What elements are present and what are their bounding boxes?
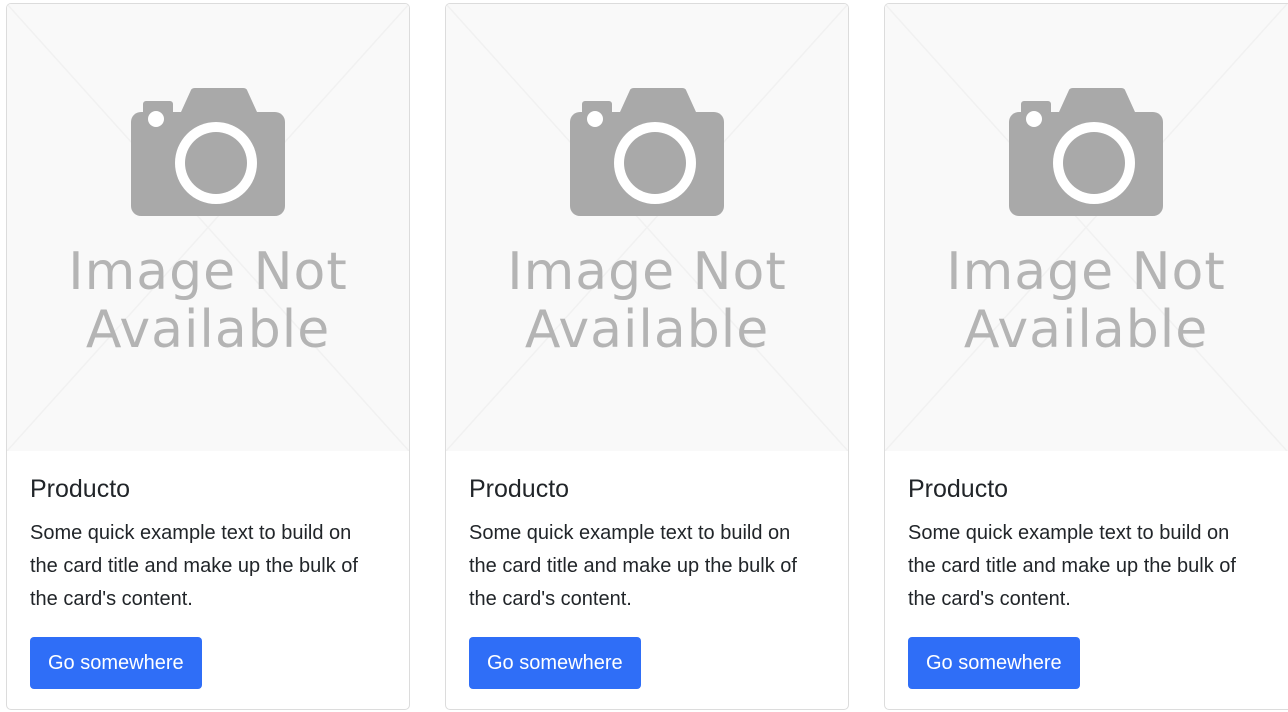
camera-icon <box>131 88 285 216</box>
camera-icon <box>570 88 724 216</box>
card-title: Producto <box>908 475 1009 503</box>
card-text: Some quick example text to build on the … <box>30 522 358 610</box>
card-row: Image Not Available Producto Some quick … <box>0 0 1288 712</box>
card-text: Some quick example text to build on the … <box>469 522 797 610</box>
image-unavailable-text: Available <box>524 300 770 360</box>
card-body: Producto Some quick example text to buil… <box>908 474 1280 616</box>
image-unavailable-text: Available <box>85 300 331 360</box>
card-body: Producto Some quick example text to buil… <box>469 474 825 616</box>
card-body: Producto Some quick example text to buil… <box>30 474 386 616</box>
go-somewhere-button[interactable]: Go somewhere <box>908 637 1080 689</box>
placeholder-cross-lines <box>446 4 848 451</box>
image-placeholder: Image Not Available <box>446 4 848 451</box>
card-title: Producto <box>469 475 570 503</box>
go-somewhere-button[interactable]: Go somewhere <box>30 637 202 689</box>
image-placeholder: Image Not Available <box>885 4 1288 451</box>
product-card: Image Not Available Producto Some quick … <box>445 3 849 710</box>
image-placeholder: Image Not Available <box>7 4 409 451</box>
product-card: Image Not Available Producto Some quick … <box>884 3 1288 710</box>
card-title: Producto <box>30 475 131 503</box>
camera-icon <box>1009 88 1163 216</box>
product-card: Image Not Available Producto Some quick … <box>6 3 410 710</box>
card-text: Some quick example text to build on the … <box>908 522 1236 610</box>
image-unavailable-text: Image Not <box>68 242 348 302</box>
placeholder-cross-lines <box>7 4 409 451</box>
image-unavailable-text: Image Not <box>946 242 1226 302</box>
go-somewhere-button[interactable]: Go somewhere <box>469 637 641 689</box>
placeholder-cross-lines <box>885 4 1288 451</box>
image-unavailable-text: Available <box>963 300 1209 360</box>
image-unavailable-text: Image Not <box>507 242 787 302</box>
